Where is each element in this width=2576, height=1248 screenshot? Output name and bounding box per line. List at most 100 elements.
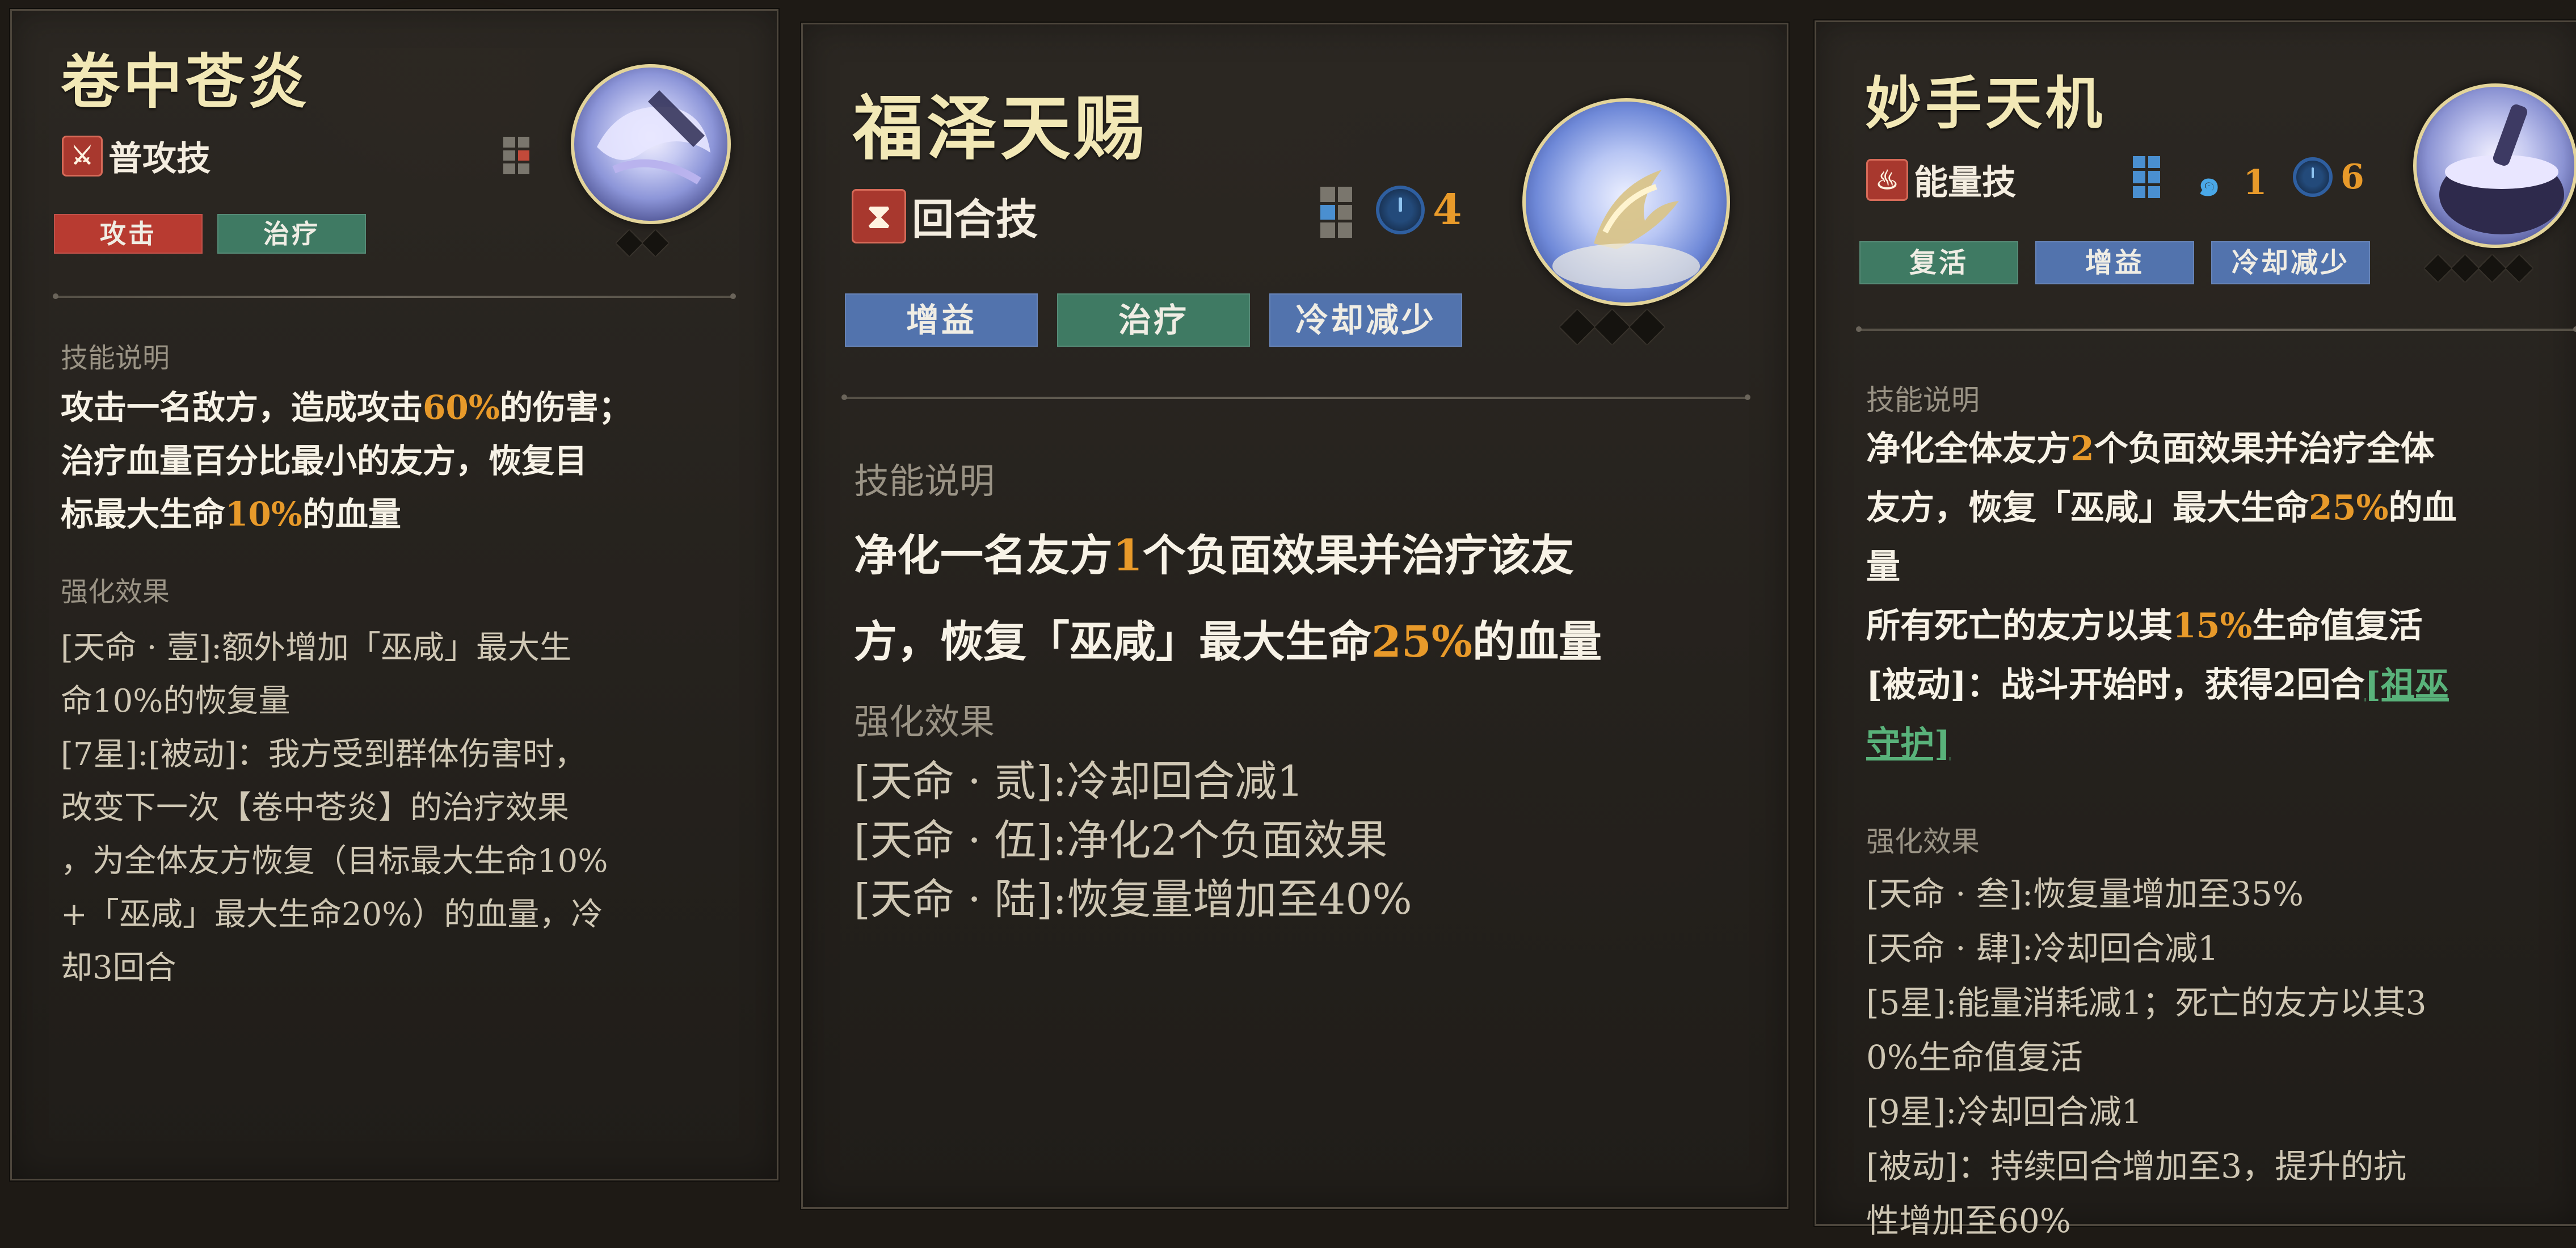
star-rating: ◆◆◆ [1560, 297, 1665, 350]
description-line: 治疗血量百分比最小的友方，恢复目 [61, 434, 632, 488]
divider [1856, 326, 2576, 332]
highlight-value: 15% [2173, 606, 2253, 646]
range-grid-icon [503, 137, 529, 174]
tag-revive: 复活 [1859, 241, 2018, 284]
skill-card-1: 卷中苍炎 ⚔ 普攻技 ◆◆ 攻击 治疗 技能说明 攻击一名敌方，造成攻击60%的… [10, 9, 778, 1180]
description-line: 攻击一名敌方，造成攻击60%的伤害； [61, 381, 632, 434]
cooldown-stat: 4 [1376, 186, 1462, 234]
description-text: 个负面效果并治疗该友 [1142, 530, 1574, 581]
skill-type-row: ⧗ 回合技 [852, 186, 1038, 246]
description-text: 生命值复活 [2252, 606, 2423, 646]
effect-list: [天命 · 贰]:冷却回合减1 [天命 · 伍]:净化2个负面效果 [天命 · 陆]… [854, 752, 1412, 929]
tag-list: 增益 治疗 冷却减少 [845, 293, 1462, 347]
description-line: 方，恢复「巫咸」最大生命25%的血量 [854, 599, 1602, 685]
effect-line: [被动]：持续回合增加至3，提升的抗 [1866, 1147, 2407, 1186]
effect-line: 改变下一次【卷中苍炎】的治疗效果 [61, 789, 569, 826]
section-label-effects: 强化效果 [854, 701, 995, 742]
highlight-value: 1 [1113, 530, 1143, 581]
description-line: 量 [1866, 537, 2457, 596]
skill-title: 妙手天机 [1865, 70, 2106, 137]
sword-icon: ⚔ [62, 135, 103, 177]
effect-line: [天命 · 壹]:额外增加「巫咸」最大生 [61, 629, 571, 666]
effect-line: 却3回合 [61, 949, 176, 986]
skill-portrait [571, 64, 731, 224]
skill-type-label: 普攻技 [108, 139, 211, 179]
effect-line: [天命 · 贰]:冷却回合减1 [854, 757, 1304, 806]
description-text: 友方，恢复「巫咸」最大生命 [1866, 488, 2309, 528]
skill-description: 净化一名友方1个负面效果并治疗该友 方，恢复「巫咸」最大生命25%的血量 [854, 512, 1602, 685]
portrait-art [1552, 170, 1700, 289]
tag-heal: 治疗 [1057, 293, 1250, 347]
energy-value: 1 [2243, 163, 2267, 203]
description-line: 守护] [1866, 715, 2457, 774]
highlight-value: 10% [225, 495, 302, 533]
description-text: 治疗血量百分比最小的友方，恢复目 [61, 442, 588, 480]
description-text: [被动]：战斗开始时，获得2回合 [1866, 665, 2365, 705]
energy-stat: ๑ 1 [2198, 154, 2267, 212]
description-text: 个负面效果并治疗全体 [2094, 429, 2435, 469]
description-text: 的血量 [1472, 616, 1602, 667]
swirl-icon: ๑ [2198, 162, 2221, 204]
description-text: 量 [1866, 547, 1900, 587]
cooldown-stat: 6 [2293, 157, 2364, 197]
clock-icon [2293, 157, 2333, 197]
effect-list: [天命 · 叁]:恢复量增加至35% [天命 · 肆]:冷却回合减1 [5星]:能量… [1866, 867, 2427, 1248]
effect-line: 性增加至60% [1866, 1201, 2071, 1240]
portrait-art [597, 90, 710, 184]
skill-type-label: 回合技 [912, 195, 1038, 244]
skill-title: 福泽天赐 [853, 87, 1148, 170]
effect-line: [5星]:能量消耗减1；死亡的友方以其3 [1866, 984, 2427, 1022]
skill-type-label: 能量技 [1914, 163, 2016, 203]
range-grid-icon [2133, 156, 2160, 198]
skill-type-row: ♨ 能量技 [1866, 155, 2016, 204]
divider [53, 293, 736, 299]
effect-line: [7星]:[被动]：我方受到群体伤害时， [61, 736, 586, 773]
highlight-value: 2 [2070, 429, 2094, 469]
section-label-effects: 强化效果 [1866, 825, 1980, 858]
description-text: 方，恢复「巫咸」最大生命 [854, 616, 1371, 667]
description-text: 净化一名友方 [854, 530, 1113, 581]
effect-line: 0%生命值复活 [1866, 1038, 2083, 1077]
star-rating: ◆◆◆◆ [2425, 245, 2533, 286]
cooldown-value: 4 [1433, 186, 1462, 234]
flame-icon: ♨ [1866, 158, 1908, 201]
section-label-description: 技能说明 [854, 460, 995, 502]
description-text: 的伤害； [499, 388, 632, 427]
portrait-art [2439, 104, 2564, 234]
status-link[interactable]: 守护] [1866, 724, 1950, 764]
tag-buff: 增益 [845, 293, 1038, 347]
tag-heal: 治疗 [217, 214, 366, 254]
skill-portrait [2413, 83, 2576, 248]
skill-title: 卷中苍炎 [61, 47, 311, 116]
description-line: 友方，恢复「巫咸」最大生命25%的血 [1866, 478, 2457, 537]
skill-card-2: 福泽天赐 ⧗ 回合技 4 ◆◆◆ 增益 治疗 冷却减少 技能说明 净化一名友方1… [801, 23, 1788, 1209]
effect-line: ，为全体友方恢复（目标最大生命10% [61, 843, 608, 880]
description-line: 净化一名友方1个负面效果并治疗该友 [854, 512, 1602, 599]
effect-line: [9星]:冷却回合减1 [1866, 1092, 2143, 1131]
tag-attack: 攻击 [54, 214, 203, 254]
description-text: 的血量 [302, 495, 401, 533]
star-rating: ◆◆ [616, 221, 669, 260]
description-text: 净化全体友方 [1866, 429, 2070, 469]
effect-line: +「巫咸」最大生命20%）的血量，冷 [61, 896, 603, 933]
skill-type-row: ⚔ 普攻技 [62, 131, 211, 180]
skill-description: 攻击一名敌方，造成攻击60%的伤害； 治疗血量百分比最小的友方，恢复目 标最大生命1… [61, 381, 632, 541]
description-line: 净化全体友方2个负面效果并治疗全体 [1866, 419, 2457, 478]
highlight-value: 25% [2309, 488, 2389, 528]
section-label-effects: 强化效果 [61, 576, 170, 608]
hourglass-icon: ⧗ [852, 188, 906, 243]
status-link[interactable]: [祖巫 [2365, 665, 2449, 705]
section-label-description: 技能说明 [61, 342, 170, 374]
clock-icon [1376, 186, 1425, 234]
divider [841, 394, 1750, 400]
tag-list: 攻击 治疗 [54, 214, 366, 254]
tag-cooldown-reduce: 冷却减少 [2211, 241, 2370, 284]
tag-list: 复活 增益 冷却减少 [1859, 241, 2370, 284]
description-text: 所有死亡的友方以其 [1866, 606, 2173, 646]
tag-cooldown-reduce: 冷却减少 [1269, 293, 1462, 347]
effect-line: [天命 · 陆]:恢复量增加至40% [854, 875, 1412, 924]
range-grid-icon [1320, 187, 1352, 238]
skill-portrait [1522, 98, 1730, 306]
highlight-value: 60% [423, 388, 500, 427]
description-line: [被动]：战斗开始时，获得2回合[祖巫 [1866, 655, 2457, 715]
